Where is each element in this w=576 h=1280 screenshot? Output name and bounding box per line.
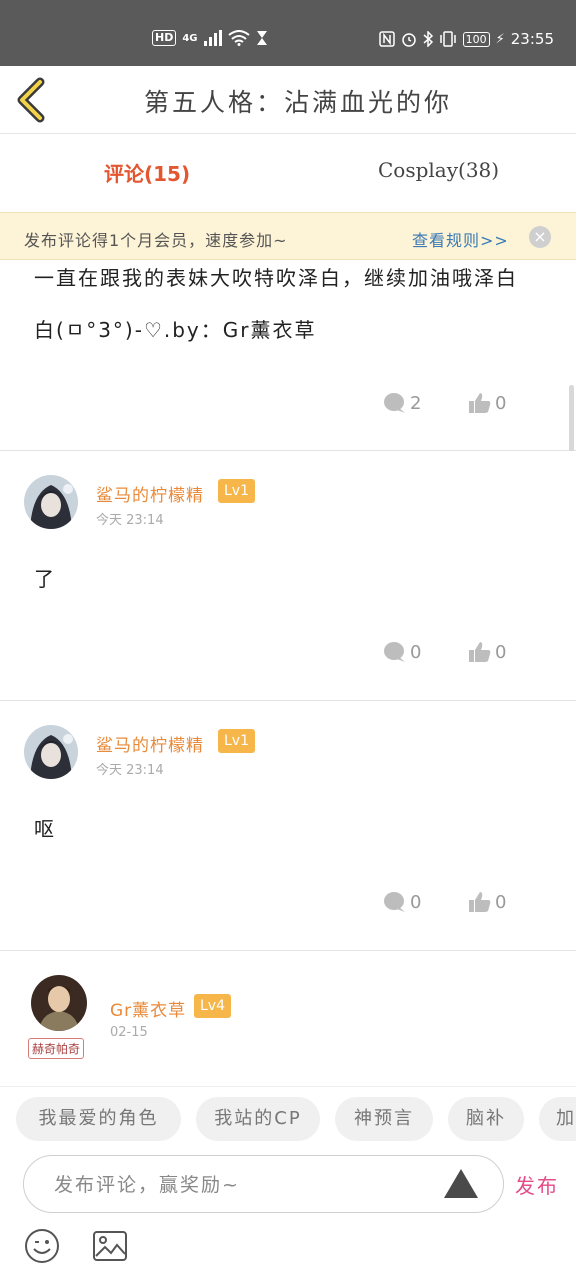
clock: 23:55 bbox=[510, 30, 554, 48]
avatar[interactable] bbox=[31, 975, 87, 1031]
comment-bubble-icon bbox=[384, 892, 405, 912]
comment-time: 02-15 bbox=[110, 1025, 148, 1040]
avatar-image bbox=[24, 725, 78, 779]
comment-text-line: 一直在跟我的表妹大吹特吹泽白，继续加油哦泽白 bbox=[34, 266, 518, 290]
like-count: 0 bbox=[495, 641, 507, 663]
tab-cosplay[interactable]: Cosplay(38) bbox=[378, 158, 499, 182]
username[interactable]: Gr薰衣草 bbox=[110, 996, 186, 1021]
vibrate-icon bbox=[439, 31, 456, 47]
alarm-icon bbox=[401, 33, 416, 47]
comment-bubble-icon bbox=[384, 642, 405, 662]
reply-count: 2 bbox=[410, 392, 422, 414]
comment-time: 今天 23:14 bbox=[96, 763, 164, 778]
signal-icon bbox=[203, 30, 222, 46]
list-item: Gr薰衣草 Lv4 02-15 bbox=[0, 951, 576, 1086]
like-button[interactable]: 0 bbox=[468, 392, 506, 414]
avatar-image bbox=[31, 975, 87, 1031]
comment-input-box[interactable] bbox=[23, 1155, 504, 1213]
username[interactable]: 鲨马的柠檬精 bbox=[96, 731, 204, 756]
reply-button[interactable]: 0 bbox=[383, 641, 421, 663]
reply-count: 0 bbox=[410, 641, 422, 663]
house-badge: 赫奇帕奇 bbox=[28, 1038, 85, 1059]
status-left: HD 4G bbox=[152, 30, 268, 46]
wifi-icon bbox=[227, 30, 250, 46]
battery-icon: 100 bbox=[462, 31, 490, 47]
like-button[interactable]: 0 bbox=[468, 641, 506, 663]
tab-comments[interactable]: 评论(15) bbox=[104, 158, 190, 187]
view-rules-link[interactable]: 查看规则>> bbox=[412, 227, 509, 251]
notice-text: 发布评论得1个月会员，速度参加~ bbox=[24, 231, 288, 250]
level-badge: Lv1 bbox=[218, 479, 255, 503]
avatar[interactable] bbox=[24, 475, 78, 529]
send-triangle-icon[interactable] bbox=[444, 1169, 478, 1198]
net-type-label: 4G bbox=[182, 32, 198, 44]
list-item: 鲨马的柠檬精 Lv1 今天 23:14 了 0 0 bbox=[0, 451, 576, 701]
header: 第五人格：沾满血光的你 bbox=[0, 66, 576, 134]
thumbs-up-icon bbox=[469, 393, 491, 413]
chip-prophecy[interactable]: 神预言 bbox=[335, 1097, 433, 1141]
username[interactable]: 鲨马的柠檬精 bbox=[96, 481, 204, 506]
chip-more[interactable]: 加 bbox=[539, 1097, 576, 1141]
page-title: 第五人格：沾满血光的你 bbox=[143, 88, 452, 117]
level-badge: Lv1 bbox=[218, 729, 255, 753]
hd-icon: HD bbox=[152, 30, 177, 46]
reply-count: 0 bbox=[410, 891, 422, 913]
quick-tags: 我最爱的角色 我站的CP 神预言 脑补 加 bbox=[0, 1086, 576, 1148]
list-item: 一直在跟我的表妹大吹特吹泽白，继续加油哦泽白 白(ㅁ°3°)-♡.by：Gr薰衣… bbox=[0, 260, 576, 451]
image-button[interactable] bbox=[92, 1228, 128, 1264]
publish-button[interactable]: 发布 bbox=[515, 1170, 559, 1199]
emoji-icon bbox=[25, 1229, 59, 1263]
like-count: 0 bbox=[495, 392, 507, 414]
status-bar: HD 4G 100 ⚡ 23:55 bbox=[0, 0, 576, 66]
tab-bar: 评论(15) Cosplay(38) bbox=[0, 134, 576, 212]
chip-favorite-character[interactable]: 我最爱的角色 bbox=[16, 1097, 181, 1141]
chip-imagine[interactable]: 脑补 bbox=[448, 1097, 524, 1141]
hourglass-icon bbox=[256, 31, 267, 45]
chip-my-cp[interactable]: 我站的CP bbox=[196, 1097, 320, 1141]
bluetooth-icon bbox=[423, 31, 433, 47]
comment-time: 今天 23:14 bbox=[96, 513, 164, 528]
image-icon bbox=[93, 1231, 127, 1261]
like-count: 0 bbox=[495, 891, 507, 913]
comment-input[interactable] bbox=[54, 1170, 434, 1200]
close-icon[interactable]: × bbox=[529, 226, 551, 248]
emoji-button[interactable] bbox=[24, 1228, 60, 1264]
reply-button[interactable]: 2 bbox=[383, 392, 421, 414]
reply-button[interactable]: 0 bbox=[383, 891, 421, 913]
avatar-image bbox=[24, 475, 78, 529]
comment-text-line: 白(ㅁ°3°)-♡.by：Gr薰衣草 bbox=[34, 318, 317, 342]
list-item: 鲨马的柠檬精 Lv1 今天 23:14 呕 0 0 bbox=[0, 701, 576, 951]
comment-text: 呕 bbox=[34, 817, 56, 841]
status-right: 100 ⚡ 23:55 bbox=[378, 30, 554, 48]
thumbs-up-icon bbox=[469, 892, 491, 912]
nfc-icon bbox=[378, 31, 395, 47]
thumbs-up-icon bbox=[469, 642, 491, 662]
comment-bubble-icon bbox=[384, 393, 405, 413]
avatar[interactable] bbox=[24, 725, 78, 779]
level-badge: Lv4 bbox=[194, 994, 231, 1018]
comment-text: 了 bbox=[34, 567, 56, 591]
like-button[interactable]: 0 bbox=[468, 891, 506, 913]
charging-icon: ⚡ bbox=[495, 31, 505, 47]
